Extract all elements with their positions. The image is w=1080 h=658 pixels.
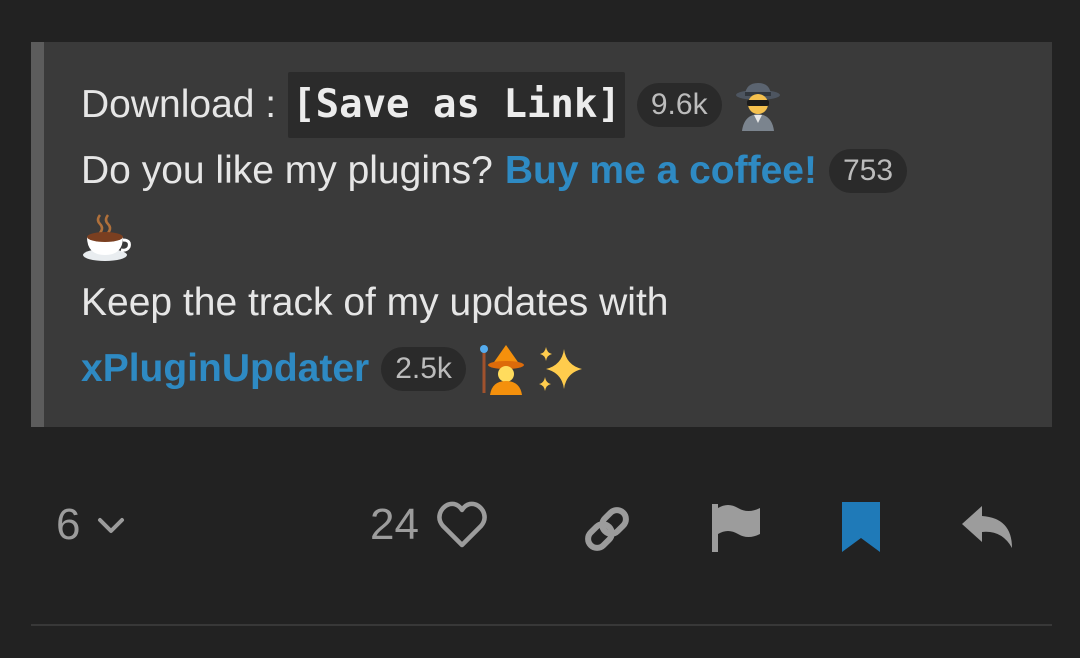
coffee-line: Do you like my plugins? Buy me a coffee!… xyxy=(81,138,1052,204)
reply-button[interactable] xyxy=(960,502,1016,552)
coffee-emoji-line xyxy=(81,204,1052,270)
post-quote-block: Download : [Save as Link] 9.6k Do you li… xyxy=(31,42,1052,427)
coffee-click-count: 753 xyxy=(828,149,908,193)
updates-line: Keep the track of my updates with xyxy=(81,270,1052,336)
link-icon xyxy=(580,502,634,556)
like-button[interactable]: 24 xyxy=(370,500,489,550)
download-click-count: 9.6k xyxy=(636,83,722,127)
post-divider xyxy=(31,624,1052,626)
flag-icon xyxy=(708,500,762,554)
heart-icon xyxy=(435,500,489,550)
updates-text: Keep the track of my updates with xyxy=(81,281,669,324)
buy-me-a-coffee-link[interactable]: Buy me a coffee! xyxy=(505,138,817,204)
sparkles-icon xyxy=(534,343,586,395)
hot-beverage-icon xyxy=(81,211,133,263)
replies-count: 6 xyxy=(56,500,81,549)
updater-click-count: 2.5k xyxy=(381,347,466,391)
download-line: Download : [Save as Link] 9.6k xyxy=(81,72,1052,138)
reply-icon xyxy=(960,502,1016,552)
copy-link-button[interactable] xyxy=(580,502,634,556)
post-page: Download : [Save as Link] 9.6k Do you li… xyxy=(0,0,1080,658)
xpluginupdater-link[interactable]: xPluginUpdater xyxy=(81,336,369,402)
chevron-down-icon xyxy=(94,508,128,542)
plugins-question-text: Do you like my plugins? xyxy=(81,149,493,192)
bookmark-icon xyxy=(840,500,882,554)
save-as-link-code[interactable]: [Save as Link] xyxy=(288,72,625,138)
updater-line: xPluginUpdater 2.5k xyxy=(81,336,1052,402)
download-label: Download : xyxy=(81,83,277,126)
replies-toggle-button[interactable]: 6 xyxy=(56,500,128,550)
mage-icon xyxy=(476,343,528,395)
likes-count: 24 xyxy=(370,500,419,549)
bookmark-button[interactable] xyxy=(840,500,882,554)
post-actions-bar: 6 24 xyxy=(0,490,1080,560)
detective-icon xyxy=(732,79,784,131)
flag-button[interactable] xyxy=(708,500,762,554)
